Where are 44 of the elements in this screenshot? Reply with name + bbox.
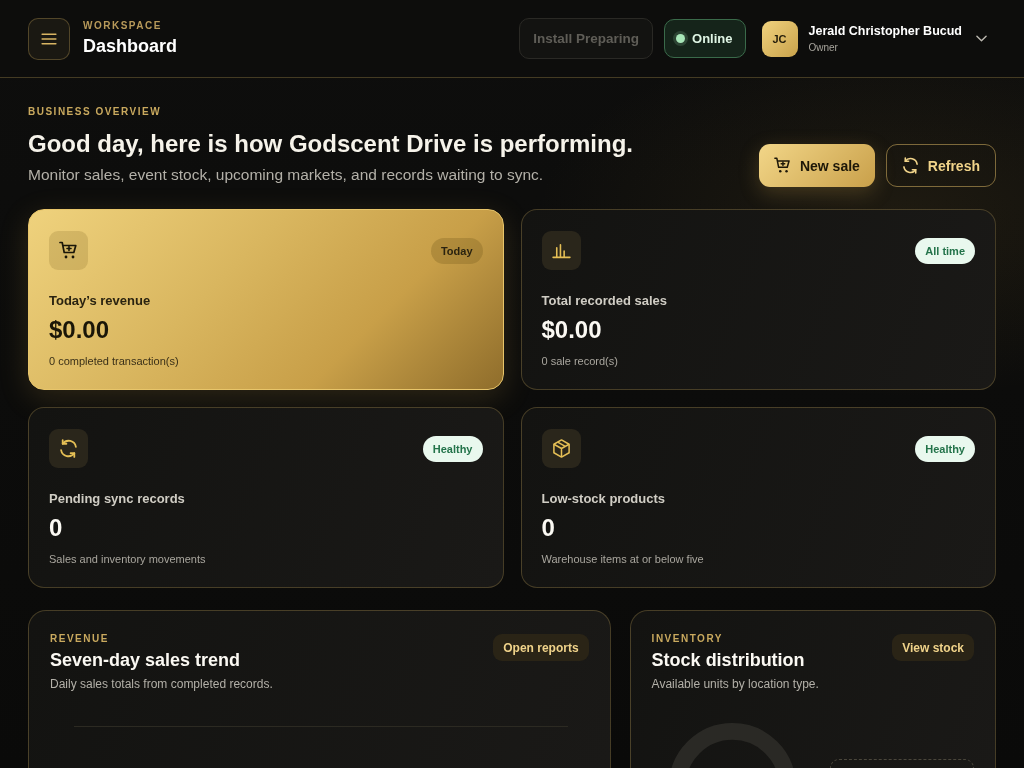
stat-badge: Today	[430, 237, 483, 264]
panel-title: Stock distribution	[651, 649, 805, 671]
chevron-down-icon[interactable]	[976, 35, 987, 42]
stat-label: Pending sync records	[49, 490, 185, 507]
panel-label: REVENUE	[50, 633, 109, 645]
overview-subtitle: Monitor sales, event stock, upcoming markets, and records waiting to sync.	[28, 165, 544, 185]
refresh-icon	[901, 157, 919, 174]
menu-icon	[41, 32, 57, 45]
stat-note: 0 completed transaction(s)	[49, 354, 179, 368]
stat-note: Sales and inventory movements	[49, 552, 206, 566]
user-name: Jerald Christopher Bucud	[808, 23, 962, 39]
page-title: Dashboard	[83, 35, 178, 57]
stat-value: $0.00	[541, 315, 602, 345]
stat-value: $0.00	[49, 315, 110, 345]
stat-badge: Healthy	[915, 435, 975, 462]
stat-label: Low-stock products	[541, 490, 665, 507]
new-sale-button[interactable]: New sale	[758, 144, 875, 187]
stat-value: 0	[49, 513, 63, 543]
refresh-button[interactable]: Refresh	[885, 144, 996, 187]
stat-note: Warehouse items at or below five	[541, 552, 704, 566]
stat-label: Total recorded sales	[541, 292, 667, 309]
panel-subtitle: Available units by location type.	[651, 676, 819, 692]
stat-badge: All time	[915, 237, 975, 264]
panel-subtitle: Daily sales totals from completed records.	[50, 676, 273, 692]
section-label: BUSINESS OVERVIEW	[28, 106, 162, 118]
panel-title: Seven-day sales trend	[50, 649, 241, 671]
workspace-label: WORKSPACE	[83, 20, 163, 32]
stat-label: Today’s revenue	[49, 292, 151, 309]
cart-plus-icon	[49, 231, 88, 270]
panel-action-button[interactable]: View stock	[892, 634, 974, 661]
user-avatar[interactable]: JC	[761, 20, 798, 57]
greeting-heading: Good day, here is how Godscent Drive is performing.	[28, 129, 633, 159]
box-icon	[541, 429, 581, 468]
bar-chart-icon	[541, 231, 581, 270]
stat-note: 0 sale record(s)	[541, 354, 618, 368]
panel-label: INVENTORY	[651, 633, 723, 645]
sync-icon	[49, 429, 88, 468]
stat-badge: Healthy	[422, 435, 483, 462]
panel-action-button[interactable]: Open reports	[493, 634, 589, 661]
user-role: Owner	[808, 40, 839, 54]
cart-plus-icon	[773, 157, 791, 174]
status-label: Online	[692, 31, 733, 46]
menu-button[interactable]	[28, 17, 70, 60]
stat-value: 0	[541, 513, 555, 543]
